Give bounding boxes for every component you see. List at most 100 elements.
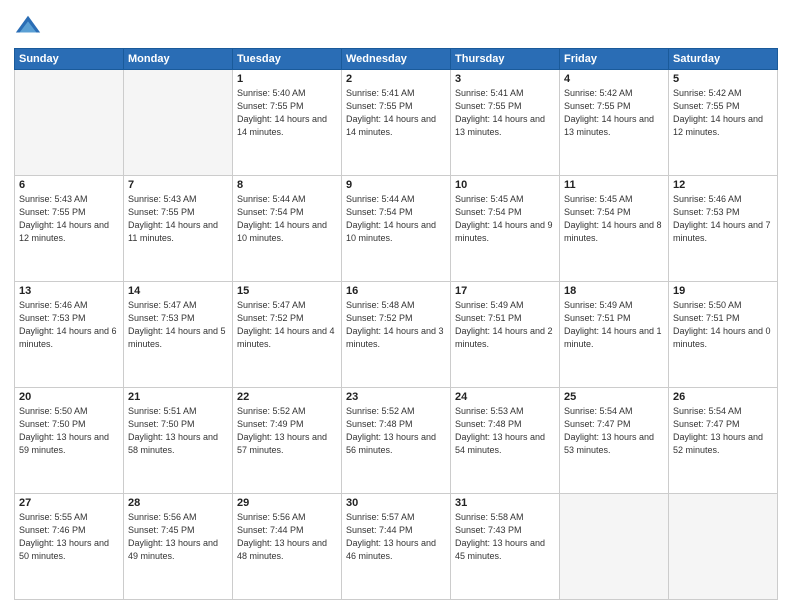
- week-row-5: 27 Sunrise: 5:55 AM Sunset: 7:46 PM Dayli…: [15, 494, 778, 600]
- day-number: 4: [564, 73, 664, 85]
- day-number: 3: [455, 73, 555, 85]
- day-info: Sunrise: 5:49 AM Sunset: 7:51 PM Dayligh…: [455, 299, 555, 351]
- day-number: 10: [455, 179, 555, 191]
- day-number: 29: [237, 497, 337, 509]
- calendar-cell: 20 Sunrise: 5:50 AM Sunset: 7:50 PM Dayli…: [15, 388, 124, 494]
- day-number: 8: [237, 179, 337, 191]
- day-number: 27: [19, 497, 119, 509]
- calendar-cell: 12 Sunrise: 5:46 AM Sunset: 7:53 PM Dayli…: [669, 176, 778, 282]
- week-row-4: 20 Sunrise: 5:50 AM Sunset: 7:50 PM Dayli…: [15, 388, 778, 494]
- day-info: Sunrise: 5:58 AM Sunset: 7:43 PM Dayligh…: [455, 511, 555, 563]
- day-info: Sunrise: 5:52 AM Sunset: 7:48 PM Dayligh…: [346, 405, 446, 457]
- day-number: 22: [237, 391, 337, 403]
- calendar-cell: 19 Sunrise: 5:50 AM Sunset: 7:51 PM Dayli…: [669, 282, 778, 388]
- logo: [14, 12, 46, 40]
- day-info: Sunrise: 5:44 AM Sunset: 7:54 PM Dayligh…: [237, 193, 337, 245]
- calendar-cell: 25Sunrise: 5:54 AM Sunset: 7:47 PM Dayli…: [560, 388, 669, 494]
- day-number: 6: [19, 179, 119, 191]
- day-number: 7: [128, 179, 228, 191]
- calendar-cell: 27 Sunrise: 5:55 AM Sunset: 7:46 PM Dayli…: [15, 494, 124, 600]
- weekday-header-friday: Friday: [560, 49, 669, 70]
- calendar-cell: [560, 494, 669, 600]
- day-number: 1: [237, 73, 337, 85]
- header: [14, 12, 778, 40]
- day-info: Sunrise: 5:49 AM Sunset: 7:51 PM Dayligh…: [564, 299, 664, 351]
- weekday-header-sunday: Sunday: [15, 49, 124, 70]
- calendar-cell: 9Sunrise: 5:44 AM Sunset: 7:54 PM Daylig…: [342, 176, 451, 282]
- day-info: Sunrise: 5:56 AM Sunset: 7:44 PM Dayligh…: [237, 511, 337, 563]
- day-info: Sunrise: 5:43 AM Sunset: 7:55 PM Dayligh…: [128, 193, 228, 245]
- day-info: Sunrise: 5:40 AM Sunset: 7:55 PM Dayligh…: [237, 87, 337, 139]
- day-info: Sunrise: 5:54 AM Sunset: 7:47 PM Dayligh…: [673, 405, 773, 457]
- day-info: Sunrise: 5:50 AM Sunset: 7:50 PM Dayligh…: [19, 405, 119, 457]
- weekday-header-thursday: Thursday: [451, 49, 560, 70]
- calendar-cell: [15, 70, 124, 176]
- day-number: 5: [673, 73, 773, 85]
- day-number: 13: [19, 285, 119, 297]
- day-info: Sunrise: 5:50 AM Sunset: 7:51 PM Dayligh…: [673, 299, 773, 351]
- day-info: Sunrise: 5:55 AM Sunset: 7:46 PM Dayligh…: [19, 511, 119, 563]
- calendar-cell: 1 Sunrise: 5:40 AM Sunset: 7:55 PM Daylig…: [233, 70, 342, 176]
- week-row-1: 1 Sunrise: 5:40 AM Sunset: 7:55 PM Daylig…: [15, 70, 778, 176]
- day-number: 23: [346, 391, 446, 403]
- day-number: 2: [346, 73, 446, 85]
- day-number: 17: [455, 285, 555, 297]
- calendar-cell: [124, 70, 233, 176]
- calendar-cell: 11 Sunrise: 5:45 AM Sunset: 7:54 PM Dayli…: [560, 176, 669, 282]
- calendar-cell: 13 Sunrise: 5:46 AM Sunset: 7:53 PM Dayli…: [15, 282, 124, 388]
- day-number: 15: [237, 285, 337, 297]
- calendar-cell: 8 Sunrise: 5:44 AM Sunset: 7:54 PM Daylig…: [233, 176, 342, 282]
- week-row-3: 13 Sunrise: 5:46 AM Sunset: 7:53 PM Dayli…: [15, 282, 778, 388]
- week-row-2: 6 Sunrise: 5:43 AM Sunset: 7:55 PM Daylig…: [15, 176, 778, 282]
- calendar-cell: 26 Sunrise: 5:54 AM Sunset: 7:47 PM Dayli…: [669, 388, 778, 494]
- day-info: Sunrise: 5:46 AM Sunset: 7:53 PM Dayligh…: [673, 193, 773, 245]
- day-info: Sunrise: 5:41 AM Sunset: 7:55 PM Dayligh…: [346, 87, 446, 139]
- calendar-cell: 2 Sunrise: 5:41 AM Sunset: 7:55 PM Daylig…: [342, 70, 451, 176]
- calendar-cell: 21Sunrise: 5:51 AM Sunset: 7:50 PM Dayli…: [124, 388, 233, 494]
- day-number: 19: [673, 285, 773, 297]
- calendar-table: SundayMondayTuesdayWednesdayThursdayFrid…: [14, 48, 778, 600]
- day-number: 20: [19, 391, 119, 403]
- day-info: Sunrise: 5:45 AM Sunset: 7:54 PM Dayligh…: [564, 193, 664, 245]
- day-info: Sunrise: 5:47 AM Sunset: 7:52 PM Dayligh…: [237, 299, 337, 351]
- calendar-cell: 15 Sunrise: 5:47 AM Sunset: 7:52 PM Dayli…: [233, 282, 342, 388]
- day-info: Sunrise: 5:52 AM Sunset: 7:49 PM Dayligh…: [237, 405, 337, 457]
- day-number: 12: [673, 179, 773, 191]
- calendar-cell: 18Sunrise: 5:49 AM Sunset: 7:51 PM Dayli…: [560, 282, 669, 388]
- day-number: 28: [128, 497, 228, 509]
- day-number: 16: [346, 285, 446, 297]
- weekday-header-tuesday: Tuesday: [233, 49, 342, 70]
- day-info: Sunrise: 5:57 AM Sunset: 7:44 PM Dayligh…: [346, 511, 446, 563]
- day-info: Sunrise: 5:45 AM Sunset: 7:54 PM Dayligh…: [455, 193, 555, 245]
- day-info: Sunrise: 5:43 AM Sunset: 7:55 PM Dayligh…: [19, 193, 119, 245]
- day-info: Sunrise: 5:42 AM Sunset: 7:55 PM Dayligh…: [564, 87, 664, 139]
- calendar-cell: 7 Sunrise: 5:43 AM Sunset: 7:55 PM Daylig…: [124, 176, 233, 282]
- calendar-cell: 31 Sunrise: 5:58 AM Sunset: 7:43 PM Dayli…: [451, 494, 560, 600]
- day-number: 14: [128, 285, 228, 297]
- calendar-cell: 29 Sunrise: 5:56 AM Sunset: 7:44 PM Dayli…: [233, 494, 342, 600]
- calendar-cell: 3 Sunrise: 5:41 AM Sunset: 7:55 PM Daylig…: [451, 70, 560, 176]
- calendar-cell: 16 Sunrise: 5:48 AM Sunset: 7:52 PM Dayli…: [342, 282, 451, 388]
- day-number: 31: [455, 497, 555, 509]
- weekday-header-saturday: Saturday: [669, 49, 778, 70]
- day-number: 24: [455, 391, 555, 403]
- day-number: 25: [564, 391, 664, 403]
- calendar-cell: 22 Sunrise: 5:52 AM Sunset: 7:49 PM Dayli…: [233, 388, 342, 494]
- calendar-cell: 23 Sunrise: 5:52 AM Sunset: 7:48 PM Dayli…: [342, 388, 451, 494]
- day-number: 30: [346, 497, 446, 509]
- day-number: 21: [128, 391, 228, 403]
- day-number: 26: [673, 391, 773, 403]
- day-info: Sunrise: 5:46 AM Sunset: 7:53 PM Dayligh…: [19, 299, 119, 351]
- day-number: 9: [346, 179, 446, 191]
- day-info: Sunrise: 5:41 AM Sunset: 7:55 PM Dayligh…: [455, 87, 555, 139]
- day-number: 11: [564, 179, 664, 191]
- day-info: Sunrise: 5:47 AM Sunset: 7:53 PM Dayligh…: [128, 299, 228, 351]
- weekday-header-row: SundayMondayTuesdayWednesdayThursdayFrid…: [15, 49, 778, 70]
- logo-icon: [14, 12, 42, 40]
- calendar-cell: 5Sunrise: 5:42 AM Sunset: 7:55 PM Daylig…: [669, 70, 778, 176]
- calendar-cell: 4 Sunrise: 5:42 AM Sunset: 7:55 PM Daylig…: [560, 70, 669, 176]
- day-info: Sunrise: 5:48 AM Sunset: 7:52 PM Dayligh…: [346, 299, 446, 351]
- weekday-header-wednesday: Wednesday: [342, 49, 451, 70]
- calendar-cell: 10 Sunrise: 5:45 AM Sunset: 7:54 PM Dayli…: [451, 176, 560, 282]
- calendar-cell: [669, 494, 778, 600]
